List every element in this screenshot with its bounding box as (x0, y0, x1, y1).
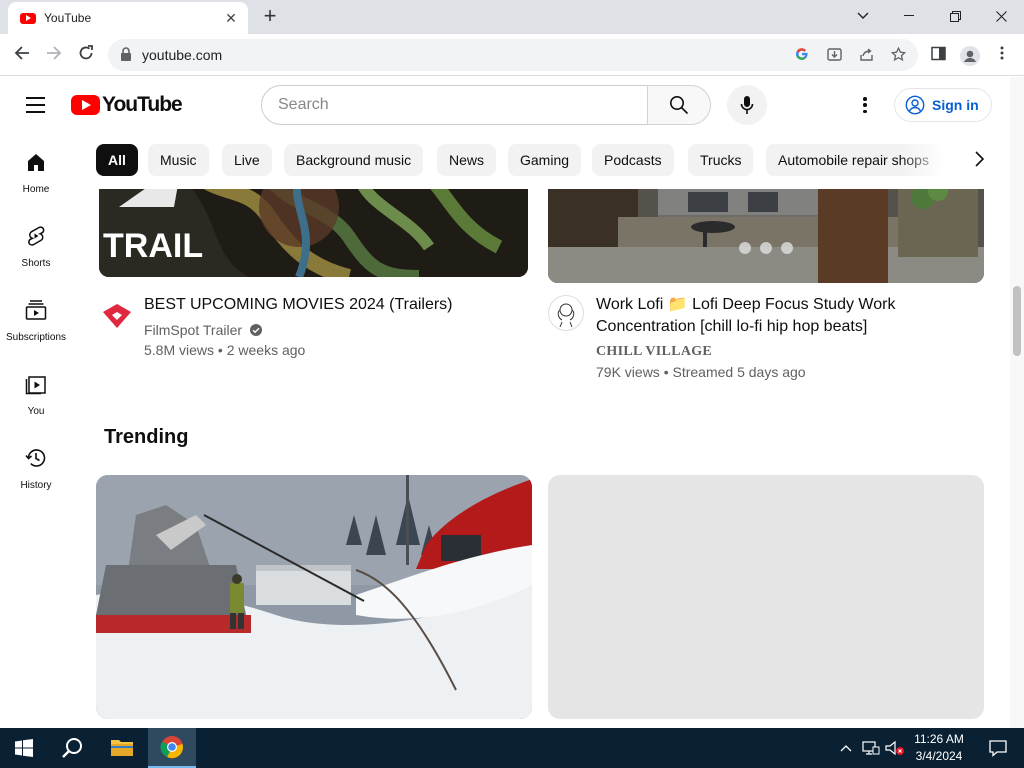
browser-tab[interactable]: YouTube ✕ (8, 2, 248, 34)
chip-podcasts[interactable]: Podcasts (592, 144, 674, 176)
browser-toolbar: youtube.com (0, 34, 1024, 76)
account-circle-icon (905, 95, 925, 115)
address-bar[interactable]: youtube.com (108, 39, 918, 71)
google-lens-g-icon[interactable] (794, 47, 810, 63)
meta-separator: • (663, 364, 669, 380)
channel-name[interactable]: FilmSpot Trailer (144, 322, 262, 338)
profile-avatar-icon[interactable] (960, 46, 980, 66)
home-icon (28, 154, 44, 171)
sign-in-button[interactable]: Sign in (894, 88, 992, 122)
tab-close-icon[interactable]: ✕ (222, 10, 240, 27)
view-count: 79K views (596, 364, 660, 380)
chip-background-music[interactable]: Background music (284, 144, 424, 176)
network-icon[interactable] (858, 728, 884, 768)
video-metadata: 79K views • Streamed 5 days ago (596, 364, 806, 380)
bookmark-star-icon[interactable] (890, 46, 906, 63)
youtube-favicon-icon (20, 12, 36, 24)
chip-news[interactable]: News (437, 144, 497, 176)
restore-icon[interactable] (932, 0, 978, 32)
chip-gaming[interactable]: Gaming (508, 144, 582, 176)
url-text[interactable]: youtube.com (142, 47, 222, 63)
search-icon (62, 738, 82, 758)
youtube-play-logo-icon (71, 95, 100, 115)
verified-badge-icon (249, 324, 262, 336)
chip-live[interactable]: Live (222, 144, 272, 176)
guide-menu-icon[interactable] (26, 97, 46, 113)
channel-name[interactable]: CHILL VILLAGE (596, 344, 712, 360)
video-feed: TRAIL BEST UPCOMING MOVIES 2024 (Trailer… (0, 189, 1010, 728)
video-thumbnail[interactable]: TRAIL (99, 189, 528, 277)
chip-music[interactable]: Music (148, 144, 209, 176)
video-thumbnail[interactable] (96, 475, 532, 719)
search-button[interactable] (647, 85, 711, 125)
windows-taskbar: 11:26 AM 3/4/2024 (0, 728, 1024, 768)
clock-time: 11:26 AM (914, 732, 964, 746)
meta-separator: • (217, 342, 223, 358)
voice-search-button[interactable] (727, 85, 767, 125)
clock-date: 3/4/2024 (915, 749, 963, 763)
video-title[interactable]: BEST UPCOMING MOVIES 2024 (Trailers) (144, 294, 453, 316)
side-panel-icon[interactable] (929, 46, 947, 64)
taskbar-clock[interactable]: 11:26 AM 3/4/2024 (906, 731, 972, 765)
channel-avatar[interactable] (99, 298, 135, 334)
chip-trucks[interactable]: Trucks (688, 144, 754, 176)
back-arrow-icon[interactable] (11, 44, 33, 66)
action-center-icon (989, 740, 1007, 757)
scrollbar-thumb[interactable] (1013, 286, 1021, 356)
install-app-icon[interactable] (826, 47, 842, 63)
notifications-button[interactable] (974, 728, 1022, 768)
browser-tab-strip: YouTube ✕ + (0, 0, 1024, 34)
chrome-taskbar-button[interactable] (148, 728, 196, 768)
search-input[interactable]: Search (261, 85, 648, 125)
settings-more-icon[interactable] (855, 95, 875, 115)
volume-muted-icon[interactable] (882, 728, 908, 768)
chip-next-chevron-right-icon[interactable] (964, 146, 994, 176)
filter-chip-bar: All Music Live Background music News Gam… (96, 144, 996, 176)
video-title[interactable]: Work Lofi 📁 Lofi Deep Focus Study Work C… (596, 294, 895, 338)
channel-name-text: FilmSpot Trailer (144, 322, 243, 338)
video-thumbnail[interactable] (548, 189, 984, 283)
youtube-logo-text: YouTube (102, 93, 183, 116)
minimize-icon[interactable] (886, 0, 932, 32)
video-metadata: 5.8M views • 2 weeks ago (144, 342, 305, 358)
chip-all[interactable]: All (96, 144, 138, 176)
chrome-icon (160, 736, 183, 759)
video-thumbnail-placeholder[interactable] (548, 475, 984, 719)
tab-search-chevron-down-icon[interactable] (840, 0, 886, 32)
start-button[interactable] (0, 728, 48, 768)
share-icon[interactable] (858, 47, 874, 63)
show-hidden-icons-chevron-up-icon[interactable] (832, 728, 860, 768)
channel-avatar[interactable] (548, 295, 584, 331)
reload-icon[interactable] (75, 44, 97, 66)
youtube-header: YouTube Search Sign in (0, 77, 1010, 133)
windows-logo-icon (15, 739, 33, 757)
thumbnail-overlay-text: TRAIL (103, 227, 203, 265)
lock-icon[interactable] (120, 47, 132, 61)
folder-icon (111, 740, 133, 756)
taskbar-search-button[interactable] (48, 728, 96, 768)
view-count: 5.8M views (144, 342, 215, 358)
sign-in-label: Sign in (932, 97, 979, 113)
upload-age: 2 weeks ago (226, 342, 306, 358)
upload-age: Streamed 5 days ago (672, 364, 806, 380)
page-scrollbar[interactable] (1010, 77, 1024, 728)
new-tab-button[interactable]: + (259, 4, 281, 28)
youtube-logo[interactable]: YouTube (71, 93, 183, 117)
microphone-icon (740, 96, 754, 114)
tab-title: YouTube (44, 11, 92, 25)
video-title-line: Concentration [chill lo-fi hip hop beats… (596, 318, 868, 335)
file-explorer-button[interactable] (98, 728, 146, 768)
forward-arrow-icon[interactable] (43, 44, 65, 66)
search-icon (670, 96, 689, 115)
browser-menu-icon[interactable] (993, 46, 1011, 64)
video-title-line: Work Lofi 📁 Lofi Deep Focus Study Work (596, 296, 896, 313)
section-title: Trending (104, 426, 189, 448)
window-close-icon[interactable] (978, 0, 1024, 32)
